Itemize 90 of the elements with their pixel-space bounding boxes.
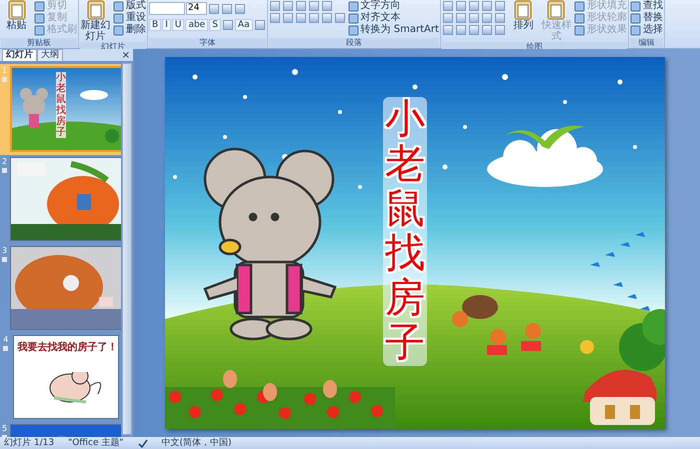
format-button[interactable]: Aa (234, 19, 253, 31)
status-text: 幻灯片 1/13 (4, 438, 54, 448)
button-icon (545, 0, 568, 20)
pane-tab[interactable]: 幻灯片 (2, 49, 37, 61)
group-label: 字体 (149, 38, 266, 48)
ribbon-button[interactable]: 转换为 SmartArt (348, 24, 439, 36)
button-icon (348, 24, 359, 36)
toolbar-icon[interactable] (442, 1, 453, 11)
slide-number: 4 (3, 335, 8, 344)
transition-icon (2, 77, 8, 82)
button-icon (6, 0, 28, 20)
toolbar-icon[interactable] (456, 13, 466, 23)
pane-tab[interactable]: 大纲 (37, 49, 63, 61)
button-icon (34, 24, 45, 36)
toolbar-icon[interactable] (282, 1, 293, 11)
format-button[interactable]: U (172, 19, 184, 31)
toolbar-icon[interactable] (334, 13, 345, 23)
toolbar-icon[interactable] (482, 1, 492, 11)
toolbar-icon[interactable] (442, 13, 453, 23)
close-button[interactable]: × (118, 50, 133, 61)
transition-icon (3, 346, 8, 351)
ribbon-button[interactable]: 替换 (630, 12, 663, 24)
format-button[interactable]: B (149, 19, 162, 31)
button-icon (113, 24, 124, 36)
group-label: 剪贴板 (1, 38, 77, 48)
group-label: 编辑 (630, 38, 663, 48)
slide-number: 3 (2, 246, 8, 255)
toolbar-icon[interactable] (270, 13, 280, 23)
toolbar-icon[interactable] (296, 1, 306, 11)
slide-number: 5 (2, 424, 8, 433)
input-field[interactable]: 24 (186, 2, 207, 15)
button-icon (574, 0, 585, 12)
toolbar-icon[interactable] (494, 1, 505, 11)
input-field[interactable] (149, 2, 185, 15)
toolbar-icon[interactable] (254, 20, 265, 30)
toolbar-icon[interactable] (282, 13, 293, 23)
ribbon-button[interactable]: 选择 (630, 24, 663, 36)
status-text: "Office 主题" (68, 438, 124, 448)
ribbon-button[interactable]: 排列 (508, 0, 539, 31)
toolbar-icon[interactable] (322, 1, 332, 11)
group-label: 段落 (268, 38, 439, 48)
slide-thumbnail[interactable]: 小老鼠找房子 (10, 66, 121, 152)
slide-title: 小老鼠找房子 (56, 72, 66, 138)
slide-title: 小老鼠找房子 (383, 97, 427, 366)
check-icon (138, 438, 148, 448)
ribbon-button[interactable]: 版式 (113, 0, 146, 12)
format-button[interactable]: abe (185, 19, 208, 31)
button-icon (113, 0, 124, 12)
button-icon (348, 0, 359, 12)
toolbar-icon[interactable] (442, 25, 453, 35)
toolbar-icon[interactable] (468, 1, 479, 11)
toolbar-icon[interactable] (482, 13, 492, 23)
toolbar-icon[interactable] (468, 13, 479, 23)
button-icon (84, 0, 106, 20)
tree-drawing (619, 309, 665, 371)
slide-number: 1 (2, 66, 8, 75)
transition-icon (2, 257, 8, 262)
toolbar-icon[interactable] (222, 20, 233, 30)
button-icon (512, 0, 534, 20)
toolbar-icon[interactable] (494, 25, 505, 35)
toolbar-icon[interactable] (468, 25, 479, 35)
toolbar-icon[interactable] (308, 13, 319, 23)
toolbar-icon[interactable] (308, 1, 319, 11)
toolbar-icon[interactable] (482, 25, 492, 35)
ribbon-button[interactable]: 删除 (113, 24, 146, 36)
slide-thumbnail[interactable]: 我要去找我的房子了！ (12, 335, 119, 419)
button-icon (113, 12, 124, 24)
scrollbar[interactable] (122, 63, 132, 435)
format-button[interactable]: S (209, 19, 221, 31)
button-icon (348, 12, 359, 24)
ribbon-button[interactable]: 查找 (630, 0, 663, 12)
status-text: 中文(简体，中国) (162, 438, 232, 448)
ribbon-button[interactable]: 重设 (113, 12, 146, 24)
format-button[interactable]: I (162, 19, 171, 31)
slide-title: 我要去找我的房子了！ (18, 342, 118, 353)
toolbar-icon[interactable] (456, 25, 466, 35)
button-icon (34, 0, 45, 12)
slide-number: 2 (2, 157, 8, 166)
ribbon-button[interactable]: 对齐文本 (348, 12, 401, 24)
transition-icon (2, 168, 8, 173)
ribbon-button[interactable]: 新建幻灯片 (80, 0, 111, 42)
toolbar-icon[interactable] (296, 13, 306, 23)
button-icon (574, 12, 585, 24)
toolbar-icon[interactable] (322, 13, 332, 23)
toolbar-icon[interactable] (456, 1, 466, 11)
button-icon (34, 12, 45, 24)
toolbar-icon[interactable] (270, 1, 280, 11)
button-icon (574, 24, 585, 36)
toolbar-icon[interactable] (494, 13, 505, 23)
ribbon-button[interactable]: 粘贴 (1, 0, 32, 31)
